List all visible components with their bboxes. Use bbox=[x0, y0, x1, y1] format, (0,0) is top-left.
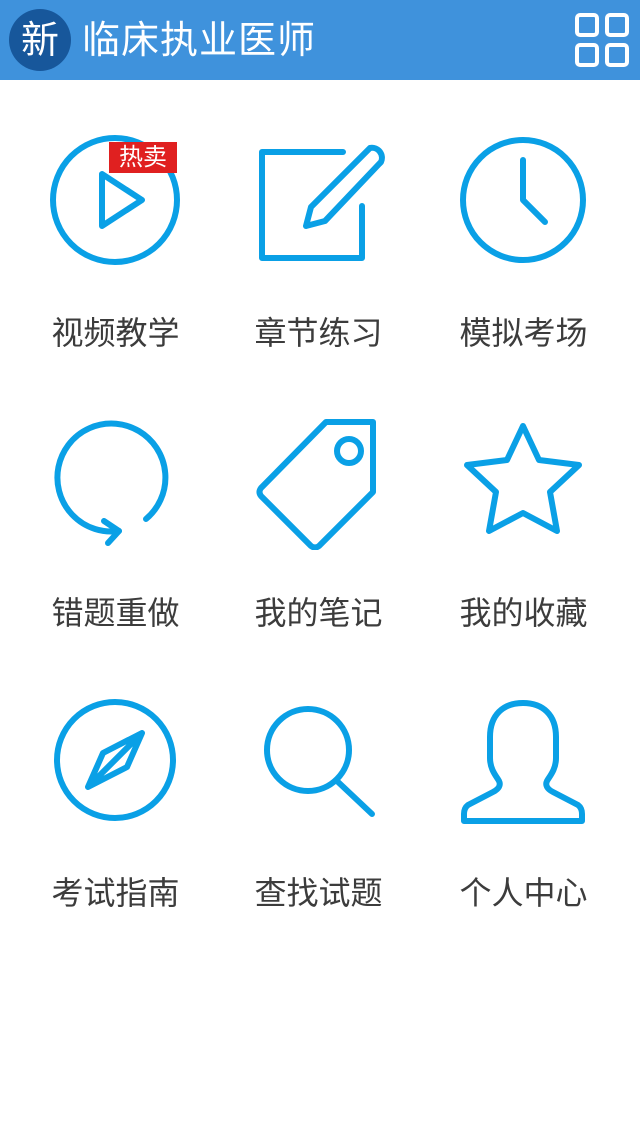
clock-icon bbox=[453, 130, 593, 270]
app-title: 临床执业医师 bbox=[82, 18, 317, 62]
user-icon bbox=[453, 690, 593, 830]
tag-icon bbox=[248, 410, 388, 550]
star-icon bbox=[453, 410, 593, 550]
menu-my-notes[interactable]: 我的笔记 bbox=[204, 360, 417, 640]
app-header: 新 临床执业医师 bbox=[0, 0, 640, 80]
menu-label: 错题重做 bbox=[51, 594, 180, 632]
search-icon bbox=[248, 690, 388, 830]
menu-exam-guide[interactable]: 考试指南 bbox=[1, 640, 214, 920]
menu-mock-exam[interactable]: 模拟考场 bbox=[409, 80, 622, 360]
menu-my-favorites[interactable]: 我的收藏 bbox=[409, 360, 622, 640]
menu-label: 我的笔记 bbox=[254, 594, 383, 632]
menu-label: 我的收藏 bbox=[459, 594, 588, 632]
hot-sale-badge: 热卖 bbox=[109, 142, 177, 173]
grid-icon bbox=[575, 13, 629, 67]
menu-label: 章节练习 bbox=[254, 314, 383, 352]
menu-label: 考试指南 bbox=[51, 874, 180, 912]
menu-label: 查找试题 bbox=[254, 874, 383, 912]
menu-label: 个人中心 bbox=[459, 874, 588, 912]
redo-circle-icon bbox=[45, 410, 185, 550]
menu-redo-wrong[interactable]: 错题重做 bbox=[1, 360, 214, 640]
menu-label: 模拟考场 bbox=[459, 314, 588, 352]
menu-search-questions[interactable]: 查找试题 bbox=[204, 640, 417, 920]
menu-label: 视频教学 bbox=[51, 314, 180, 352]
menu-chapter-practice[interactable]: 章节练习 bbox=[204, 80, 417, 360]
compass-icon bbox=[45, 690, 185, 830]
menu-video-teaching[interactable]: 视频教学 bbox=[1, 80, 214, 360]
grid-menu-button[interactable] bbox=[574, 12, 630, 68]
menu-personal-center[interactable]: 个人中心 bbox=[409, 640, 622, 920]
pencil-edit-icon bbox=[248, 130, 388, 270]
app-logo: 新 bbox=[9, 9, 71, 71]
